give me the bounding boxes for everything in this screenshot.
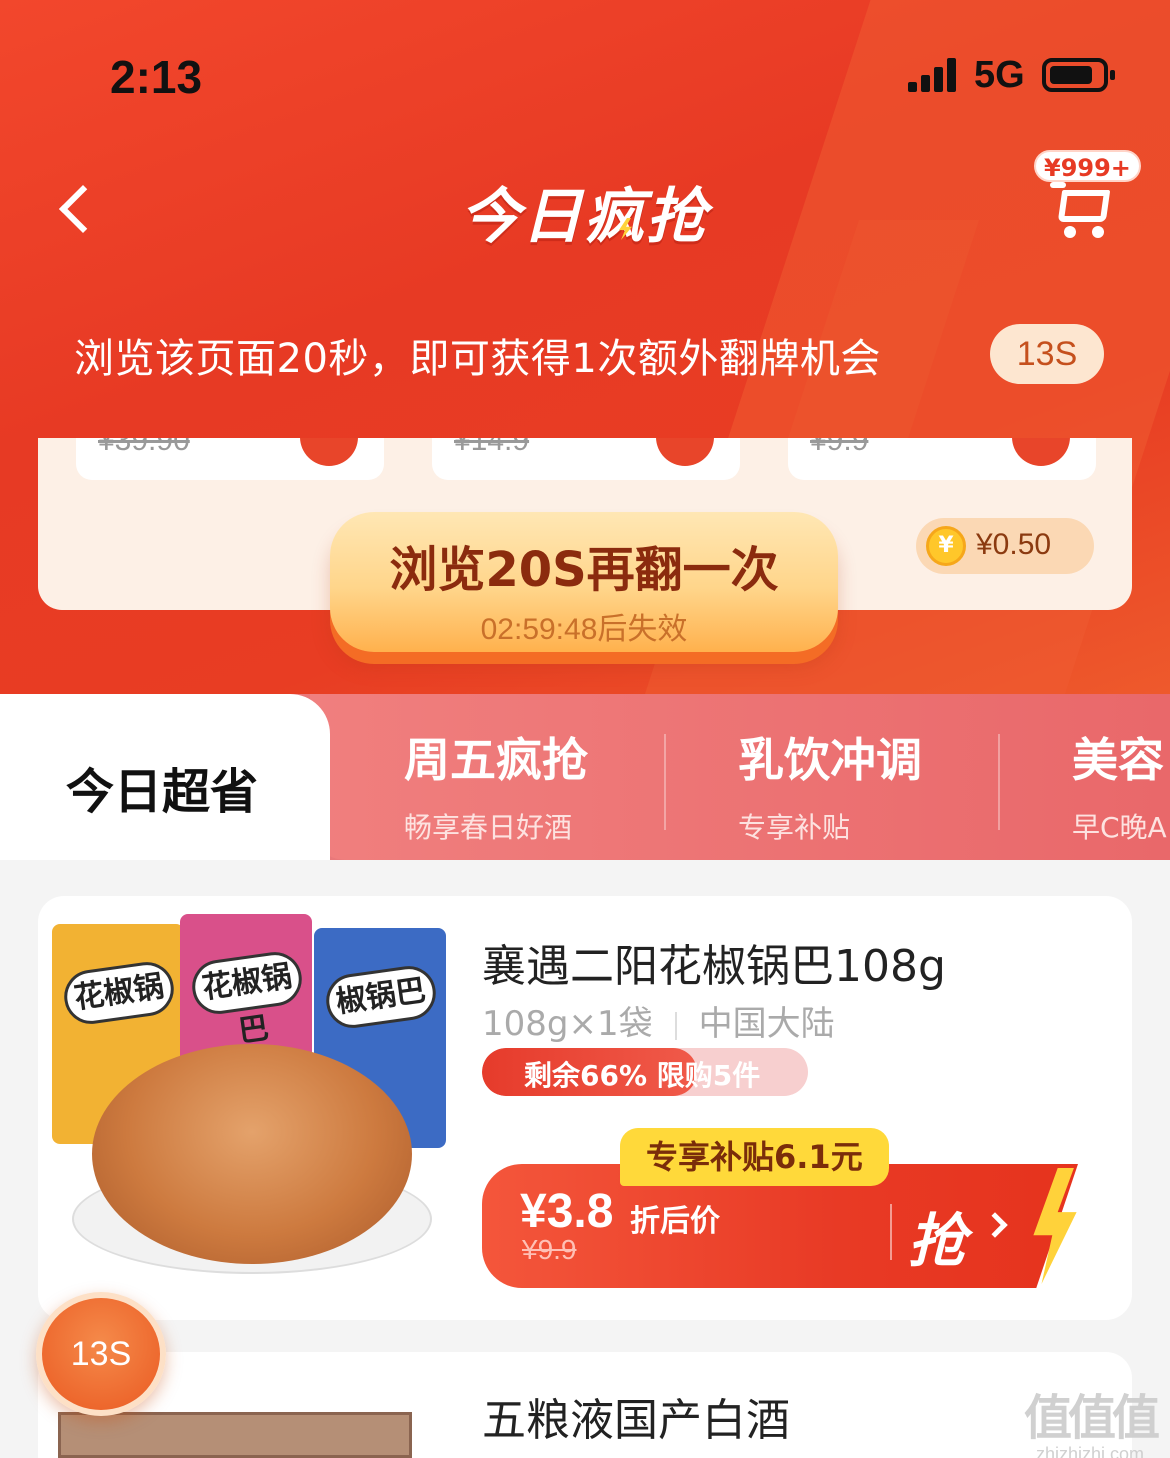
tab-title: 美容 — [1072, 733, 1164, 787]
cart-badge: ¥999+ — [1034, 150, 1141, 182]
watermark-url: zhizhizhi.com — [1035, 1444, 1145, 1458]
tab-friday[interactable]: 周五疯抢 畅享春日好酒 — [404, 724, 704, 846]
category-tabs: 周五疯抢 畅享春日好酒 乳饮冲调 专享补贴 美容 早C晚A 今日超省 — [0, 694, 1170, 860]
buy-label[interactable]: 抢 — [908, 1194, 966, 1278]
tab-subtitle: 畅享春日好酒 — [404, 811, 573, 844]
mini-action-dot — [300, 438, 358, 466]
tab-subtitle: 早C晚A — [1072, 811, 1167, 844]
mini-old-price: ¥9.9 — [810, 438, 869, 457]
bag-label: 椒锅巴 — [322, 962, 440, 1032]
coin-balance[interactable]: ¥ ¥0.50 — [916, 518, 1094, 574]
mini-action-dot — [656, 438, 714, 466]
mini-product-card[interactable]: ¥39.90 — [76, 438, 384, 480]
coin-amount: ¥0.50 — [976, 528, 1052, 561]
bag-label: 花椒锅巴 — [188, 948, 306, 1049]
tab-dairy[interactable]: 乳饮冲调 专享补贴 — [738, 724, 1038, 846]
mini-old-price: ¥14.9 — [454, 438, 530, 457]
tab-divider — [998, 734, 1000, 830]
product-image: 花椒锅 椒锅巴 花椒锅巴 — [52, 914, 452, 1294]
tab-subtitle: 专享补贴 — [738, 811, 851, 844]
page-title: 今日疯抢 — [460, 182, 708, 252]
cart-button[interactable] — [1050, 182, 1114, 240]
network-type: 5G — [974, 54, 1025, 96]
flip-button-label: 浏览20S再翻一次 — [389, 542, 779, 598]
status-time: 2:13 — [110, 51, 203, 103]
back-button[interactable] — [52, 180, 102, 240]
battery-icon — [1042, 58, 1115, 92]
product-name[interactable]: 襄遇二阳花椒锅巴108g — [482, 930, 946, 994]
tab-title: 周五疯抢 — [404, 733, 588, 787]
stock-text: 剩余66% 限购5件 — [524, 1059, 761, 1092]
mini-old-price: ¥39.90 — [98, 438, 190, 457]
watermark: 值值值 zhizhizhi.com — [1018, 1378, 1162, 1458]
subsidy-tag: 专享补贴6.1元 — [620, 1128, 889, 1186]
tab-title: 乳饮冲调 — [738, 733, 922, 787]
mini-product-card[interactable]: ¥9.9 — [788, 438, 1096, 480]
flip-expiry: 02:59:48后失效 — [480, 613, 688, 646]
tab-beauty[interactable]: 美容 早C晚A — [1072, 724, 1170, 846]
product-name[interactable]: 五粮液国产白酒 — [482, 1384, 790, 1448]
mini-action-dot — [1012, 438, 1070, 466]
product-origin: 中国大陆 — [698, 1004, 835, 1044]
buy-divider — [890, 1204, 892, 1260]
tab-today-saver[interactable]: 今日超省 — [0, 694, 330, 860]
product-spec: 108g×1袋 中国大陆 — [482, 996, 835, 1045]
coin-icon: ¥ — [926, 526, 966, 566]
price-current: ¥3.8 — [520, 1185, 614, 1238]
tabs-background: 周五疯抢 畅享春日好酒 乳饮冲调 专享补贴 美容 早C晚A — [310, 694, 1170, 860]
flip-again-button[interactable]: 浏览20S再翻一次 02:59:48后失效 — [330, 512, 838, 652]
spec-divider — [674, 1011, 677, 1040]
product-image — [58, 1412, 412, 1458]
bag-label: 花椒锅 — [60, 958, 178, 1028]
watermark-logo: 值值值 — [1023, 1390, 1160, 1446]
signal-icon — [908, 58, 960, 92]
price-original: ¥9.9 — [522, 1234, 577, 1265]
tab-title: 今日超省 — [66, 764, 259, 820]
floating-timer[interactable]: 13S — [36, 1292, 166, 1416]
status-bar: 2:13 5G — [0, 0, 1170, 140]
mini-product-card[interactable]: ¥14.9 — [432, 438, 740, 480]
price-label: 折后价 — [630, 1204, 720, 1239]
countdown-pill: 13S — [990, 324, 1104, 384]
product-spec-size: 108g×1袋 — [482, 1004, 653, 1044]
browse-notice: 浏览该页面20秒，即可获得1次额外翻牌机会 — [74, 336, 881, 382]
tab-divider — [664, 734, 666, 830]
stock-progress: 剩余66% 限购5件 — [482, 1048, 808, 1096]
cart-icon — [1050, 182, 1066, 188]
